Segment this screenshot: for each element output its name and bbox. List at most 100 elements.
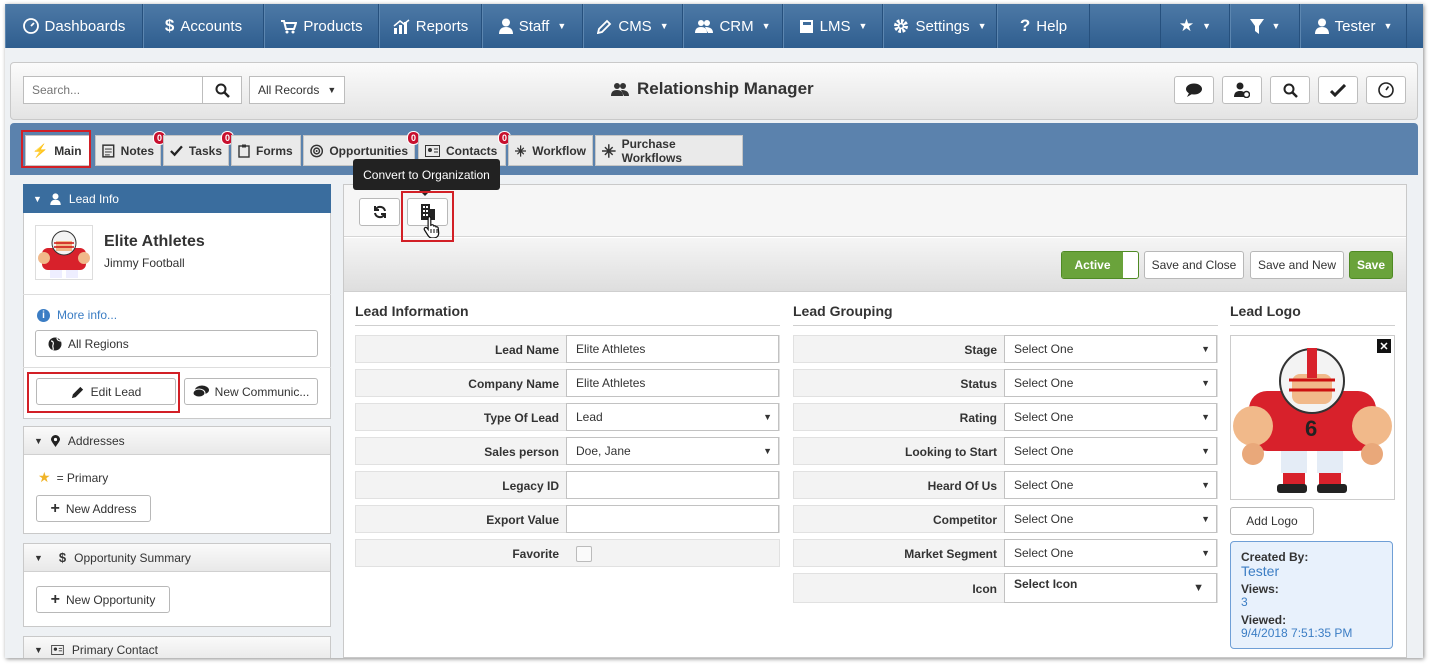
field-value: Select One — [1014, 444, 1074, 458]
field-export-value: Export Value — [355, 505, 780, 533]
nav-filter[interactable]: ▼ — [1230, 4, 1300, 48]
chevron-down-icon: ▼ — [34, 644, 43, 655]
all-regions-button[interactable]: All Regions — [35, 330, 318, 357]
check-button[interactable] — [1318, 76, 1358, 104]
chart-icon — [393, 18, 410, 34]
field-value: Select One — [1014, 342, 1074, 356]
company-name-input[interactable]: Elite Athletes — [566, 369, 779, 397]
lead-information-title: Lead Information — [355, 303, 469, 319]
competitor-select[interactable]: Select One ▼ — [1004, 505, 1217, 533]
nav-cms[interactable]: CMS ▼ — [583, 4, 683, 48]
action-bar — [344, 238, 1406, 292]
search-button[interactable] — [202, 76, 242, 104]
tab-forms[interactable]: Forms — [231, 135, 301, 166]
created-by-value[interactable]: Tester — [1241, 564, 1382, 578]
active-toggle[interactable]: Active — [1061, 251, 1139, 279]
remove-logo-button[interactable]: ✕ — [1377, 339, 1391, 353]
save-label: Save — [1356, 258, 1386, 272]
dashboard-button[interactable] — [1366, 76, 1406, 104]
records-select[interactable]: All Records ▼ — [249, 76, 345, 104]
new-communication-button[interactable]: New Communic... — [184, 378, 318, 405]
nav-help[interactable]: ? Help — [997, 4, 1090, 48]
search-input[interactable] — [23, 76, 202, 104]
clipboard-icon — [238, 144, 250, 158]
nav-settings[interactable]: Settings ▼ — [883, 4, 997, 48]
nav-label: Help — [1036, 17, 1068, 35]
refresh-button[interactable] — [359, 198, 400, 226]
field-label: Export Value — [486, 513, 559, 527]
new-address-label: New Address — [65, 501, 137, 516]
save-button[interactable]: Save — [1349, 251, 1393, 279]
field-label: Market Segment — [904, 547, 997, 561]
tab-purchase-workflows[interactable]: Purchase Workflows — [595, 135, 743, 166]
field-market-segment: Market Segment Select One ▼ — [793, 539, 1218, 567]
save-and-close-label: Save and Close — [1151, 258, 1237, 272]
convert-to-organization-tooltip: Convert to Organization — [353, 159, 500, 196]
search-records-button[interactable] — [1270, 76, 1310, 104]
status-select[interactable]: Select One ▼ — [1004, 369, 1217, 397]
dashboard-icon — [22, 18, 39, 34]
save-and-close-button[interactable]: Save and Close — [1144, 251, 1244, 279]
regions-label: All Regions — [68, 336, 129, 351]
chevron-down-icon: ▼ — [327, 85, 337, 95]
nav-accounts[interactable]: $ Accounts — [143, 4, 264, 48]
add-logo-button[interactable]: Add Logo — [1230, 507, 1314, 535]
nav-staff[interactable]: Staff ▼ — [482, 4, 583, 48]
looking-to-start-select[interactable]: Select One ▼ — [1004, 437, 1217, 465]
addresses-header[interactable]: ▼ Addresses — [24, 427, 330, 455]
export-value-input[interactable] — [566, 505, 779, 533]
chat-icon — [192, 385, 209, 397]
dollar-icon: $ — [164, 16, 175, 35]
tab-tasks[interactable]: Tasks 0 — [163, 131, 234, 166]
lead-avatar — [35, 225, 93, 280]
save-and-new-button[interactable]: Save and New — [1250, 251, 1344, 279]
heard-of-us-select[interactable]: Select One ▼ — [1004, 471, 1217, 499]
user-settings-button[interactable] — [1222, 76, 1262, 104]
stage-select[interactable]: Select One ▼ — [1004, 335, 1217, 363]
more-info-label: More info... — [57, 308, 118, 322]
rating-select[interactable]: Select One ▼ — [1004, 403, 1217, 431]
tab-notes[interactable]: Notes 0 — [95, 131, 166, 166]
icon-select[interactable]: Select Icon ▼ — [1004, 573, 1217, 603]
globe-icon — [48, 337, 62, 350]
favorite-checkbox[interactable] — [576, 546, 592, 562]
dollar-icon: $ — [58, 550, 67, 565]
opportunity-summary-header[interactable]: ▼ $ Opportunity Summary — [24, 544, 330, 572]
nav-label: Accounts — [180, 17, 243, 35]
nav-reports[interactable]: Reports — [379, 4, 482, 48]
nav-crm[interactable]: CRM ▼ — [683, 4, 783, 48]
lead-contact-name: Jimmy Football — [104, 256, 185, 270]
chevron-down-icon: ▼ — [1271, 21, 1281, 31]
tab-workflow[interactable]: Workflow — [508, 135, 593, 166]
more-info-link[interactable]: i More info... — [37, 308, 117, 322]
new-opportunity-button[interactable]: + New Opportunity — [36, 586, 170, 613]
users-icon — [611, 83, 629, 96]
page-title-text: Relationship Manager — [637, 79, 814, 98]
nav-dashboards[interactable]: Dashboards — [5, 4, 143, 48]
chat-button[interactable] — [1174, 76, 1214, 104]
new-address-button[interactable]: + New Address — [36, 495, 151, 522]
chevron-down-icon: ▼ — [761, 21, 771, 31]
user-icon — [50, 192, 61, 205]
legacy-id-input[interactable] — [566, 471, 779, 499]
lead-info-header[interactable]: ▼ Lead Info — [23, 184, 331, 213]
lead-name-input[interactable]: Elite Athletes — [566, 335, 779, 363]
nav-lms[interactable]: LMS ▼ — [783, 4, 883, 48]
sales-person-select[interactable]: Doe, Jane ▼ — [566, 437, 779, 465]
field-value: Lead — [576, 410, 603, 424]
divider — [793, 325, 1218, 326]
nav-label: LMS — [819, 17, 851, 35]
field-label: Lead Name — [494, 343, 559, 357]
opportunity-summary-panel: ▼ $ Opportunity Summary + New Opportunit… — [23, 543, 331, 627]
type-of-lead-select[interactable]: Lead ▼ — [566, 403, 779, 431]
market-segment-select[interactable]: Select One ▼ — [1004, 539, 1217, 567]
plus-icon: + — [50, 590, 60, 608]
tab-label: Workflow — [532, 143, 586, 158]
primary-contact-panel: ▼ Primary Contact — [23, 636, 331, 658]
nav-user-menu[interactable]: Tester ▼ — [1300, 4, 1407, 48]
nav-products[interactable]: Products — [264, 4, 379, 48]
user-icon — [1314, 18, 1329, 34]
nav-favorites[interactable]: ★ ▼ — [1160, 4, 1230, 48]
primary-contact-header[interactable]: ▼ Primary Contact — [24, 637, 330, 658]
